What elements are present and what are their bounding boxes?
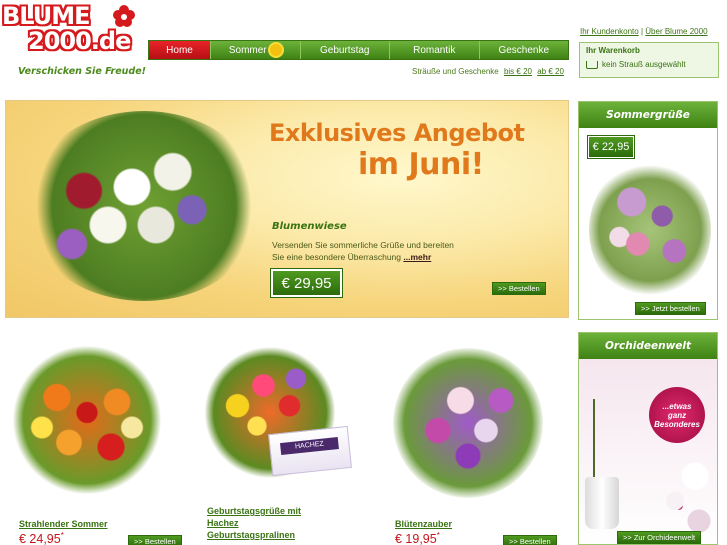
hero-text-line2-body: Sie eine besondere Überraschung: [272, 252, 402, 262]
hero-headline-line2: im Juni!: [358, 147, 484, 182]
hero-price: € 29,95: [270, 268, 343, 298]
cart-status: kein Strauß ausgewählt: [602, 60, 686, 69]
hero-more-link[interactable]: ...mehr: [403, 252, 431, 262]
product-order-button-bluetenzauber[interactable]: >> Bestellen: [503, 535, 557, 545]
tagline: Verschicken Sie Freude!: [18, 66, 146, 77]
nav-summer[interactable]: Sommer: [211, 41, 301, 59]
price-filter-label: Sträuße und Geschenke: [412, 67, 499, 76]
nav-summer-label: Sommer: [228, 44, 267, 56]
about-link[interactable]: Über Blume 2000: [645, 27, 707, 36]
product-image-bluetenzauber[interactable]: [393, 348, 543, 498]
product-name-strahlender-sommer[interactable]: Strahlender Sommer: [19, 518, 108, 530]
main-nav: Home Sommer Geburtstag Romantik Geschenk…: [148, 40, 569, 60]
product-name-line3: Geburtstagspralinen: [207, 530, 296, 540]
cart-icon: [586, 60, 598, 69]
nav-romance[interactable]: Romantik: [390, 41, 480, 59]
logo-text-line2: 2000.de: [28, 27, 131, 55]
orchid-stem: [593, 399, 595, 479]
promo-summer-bouquet-image: [589, 160, 711, 300]
promo-summer-title: Sommergrüße: [579, 102, 717, 128]
hero-text-line1: Versenden Sie sommerliche Grüße und bere…: [272, 240, 454, 250]
product-order-button-strahlender-sommer[interactable]: >> Bestellen: [128, 535, 182, 545]
account-link[interactable]: Ihr Kundenkonto: [580, 27, 639, 36]
price-filter-under-20[interactable]: bis € 20: [504, 67, 532, 76]
hachez-praline-box: HACHEZ: [268, 425, 352, 477]
cart-title: Ihr Warenkorb: [586, 46, 640, 55]
hero-headline-line1: Exklusives Angebot: [269, 119, 525, 147]
price-asterisk: *: [436, 531, 440, 540]
price-filter: Sträuße und Geschenke bis € 20 ab € 20: [412, 67, 564, 76]
orchid-bubble-line1: ...etwas: [662, 401, 692, 411]
product-name-line1: Geburtstagsgrüße mit: [207, 506, 302, 516]
nav-gifts[interactable]: Geschenke: [480, 41, 569, 59]
promo-orchid-world[interactable]: Orchideenwelt ...etwas ganz Besonderes >…: [578, 332, 718, 545]
orchid-bubble-line3: Besonderes: [654, 419, 700, 429]
hero-order-button[interactable]: >> Bestellen: [492, 282, 546, 295]
product-name-bluetenzauber[interactable]: Blütenzauber: [395, 518, 452, 530]
orchid-pot: [585, 477, 619, 529]
orchid-bubble-badge: ...etwas ganz Besonderes: [649, 387, 705, 443]
promo-orchid-button[interactable]: >> Zur Orchideenwelt: [617, 531, 702, 544]
logo[interactable]: BLUME 2000.de: [0, 0, 150, 60]
nav-home[interactable]: Home: [149, 41, 211, 59]
product-price-strahlender-sommer: € 24,95*: [19, 531, 64, 545]
promo-summer-order-button[interactable]: >> Jetzt bestellen: [635, 302, 706, 315]
shopping-cart[interactable]: Ihr Warenkorb kein Strauß ausgewählt: [579, 42, 719, 78]
hero-text-line2: Sie eine besondere Überraschung ...mehr: [272, 251, 454, 263]
product-price-bluetenzauber: € 19,95*: [395, 531, 440, 545]
top-links: Ihr Kundenkonto | Über Blume 2000: [580, 27, 708, 36]
hero-description: Versenden Sie sommerliche Grüße und bere…: [272, 239, 454, 263]
top-links-separator: |: [640, 27, 644, 36]
hero-banner[interactable]: Exklusives Angebot im Juni! Blumenwiese …: [5, 100, 569, 318]
promo-orchid-title: Orchideenwelt: [579, 333, 717, 359]
product-name-line2: Hachez: [207, 518, 239, 528]
promo-orchid-image: ...etwas ganz Besonderes: [579, 359, 717, 544]
orchid-bubble-line2: ganz: [667, 410, 687, 420]
promo-summer-price: € 22,95: [587, 135, 635, 159]
product-price-value: € 24,95: [19, 532, 61, 545]
hero-bouquet-image: [24, 111, 264, 301]
product-name-geburtstagsgruesse[interactable]: Geburtstagsgrüße mit Hachez Geburtstagsp…: [207, 505, 301, 541]
hachez-box-label: HACHEZ: [280, 437, 339, 456]
hero-product-title: Blumenwiese: [272, 221, 347, 232]
sun-icon: [269, 44, 282, 56]
logo-text-line1: BLUME: [2, 2, 90, 30]
promo-summer-greetings[interactable]: Sommergrüße € 22,95 >> Jetzt bestellen: [578, 101, 718, 320]
price-asterisk: *: [60, 531, 64, 540]
flower-icon: [113, 5, 135, 27]
product-price-value: € 19,95: [395, 532, 437, 545]
cart-status-row: kein Strauß ausgewählt: [580, 58, 718, 71]
nav-birthday[interactable]: Geburtstag: [301, 41, 390, 59]
price-filter-over-20[interactable]: ab € 20: [537, 67, 564, 76]
product-image-strahlender-sommer[interactable]: [12, 345, 162, 495]
